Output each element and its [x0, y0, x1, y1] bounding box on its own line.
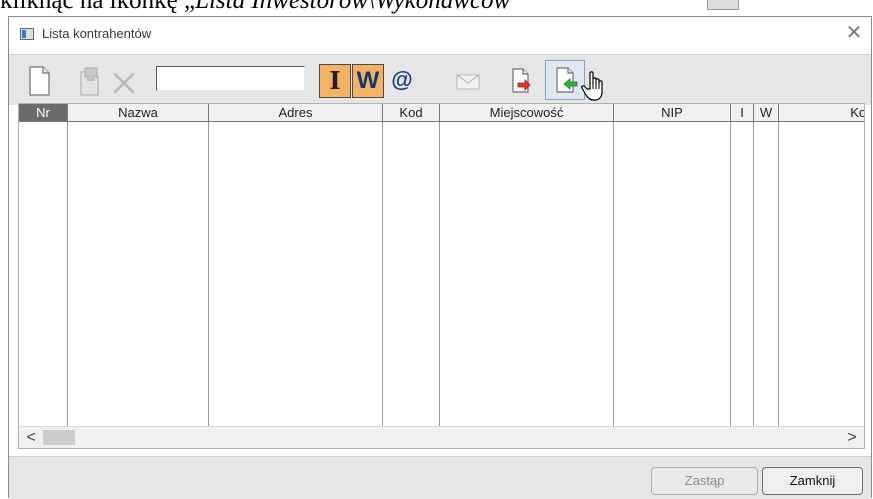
- contractors-list-window: Lista kontrahentów ✕ I W @ Nr Nazwa Adre…: [8, 16, 872, 499]
- column-header-city[interactable]: Miejscowość: [440, 104, 614, 121]
- document-text-end: ”: [510, 0, 522, 14]
- column-divider: [439, 122, 440, 426]
- contractors-table[interactable]: Nr Nazwa Adres Kod Miejscowość NIP I W K…: [18, 103, 865, 449]
- column-header-nr[interactable]: Nr: [19, 104, 68, 121]
- export-document-icon[interactable]: [504, 64, 538, 98]
- hand-pointer-icon: [581, 71, 603, 101]
- column-header-postal-code[interactable]: Kod: [383, 104, 440, 121]
- column-divider: [613, 122, 614, 426]
- column-divider: [730, 122, 731, 426]
- edit-document-icon[interactable]: [73, 64, 107, 98]
- column-header-contractor[interactable]: W: [754, 104, 779, 121]
- column-header-nip[interactable]: NIP: [614, 104, 731, 121]
- email-filter-button[interactable]: @: [387, 64, 417, 98]
- title-bar: Lista kontrahentów ✕: [9, 17, 871, 53]
- close-button[interactable]: Zamknij: [762, 467, 863, 495]
- column-divider: [67, 122, 68, 426]
- column-header-name[interactable]: Nazwa: [68, 104, 209, 121]
- scroll-right-icon[interactable]: >: [842, 427, 862, 448]
- delete-icon[interactable]: [107, 64, 141, 98]
- document-text-line: kliknąć na ikonkę „Lista Inwestorów\Wyko…: [0, 0, 873, 16]
- document-italic-text: Lista Inwestorów\Wykonawców: [195, 0, 511, 14]
- toolbar: I W @: [9, 54, 871, 105]
- table-header: Nr Nazwa Adres Kod Miejscowość NIP I W K…: [19, 104, 864, 122]
- scroll-left-icon[interactable]: <: [21, 427, 41, 448]
- scrollbar-thumb[interactable]: [43, 430, 75, 445]
- document-inline-icon: [707, 0, 739, 10]
- close-icon[interactable]: ✕: [843, 22, 865, 44]
- column-divider: [778, 122, 779, 426]
- column-header-address[interactable]: Adres: [209, 104, 383, 121]
- investors-filter-button[interactable]: I: [319, 64, 351, 98]
- document-text: kliknąć na ikonkę „: [0, 0, 196, 14]
- window-icon: [20, 28, 34, 40]
- search-input[interactable]: [156, 66, 305, 91]
- window-title: Lista kontrahentów: [42, 26, 152, 41]
- new-document-icon[interactable]: [22, 64, 56, 98]
- contractors-filter-button[interactable]: W: [352, 64, 384, 98]
- column-header-investor[interactable]: I: [731, 104, 754, 121]
- replace-button[interactable]: Zastąp: [651, 467, 758, 495]
- column-header-contact[interactable]: Kont: [779, 104, 864, 121]
- envelope-icon[interactable]: [451, 64, 485, 98]
- bottom-bar: Zastąp Zamknij: [9, 456, 871, 499]
- horizontal-scrollbar[interactable]: < >: [19, 426, 864, 448]
- import-document-button[interactable]: [545, 60, 585, 100]
- column-divider: [382, 122, 383, 426]
- column-divider: [753, 122, 754, 426]
- column-divider: [208, 122, 209, 426]
